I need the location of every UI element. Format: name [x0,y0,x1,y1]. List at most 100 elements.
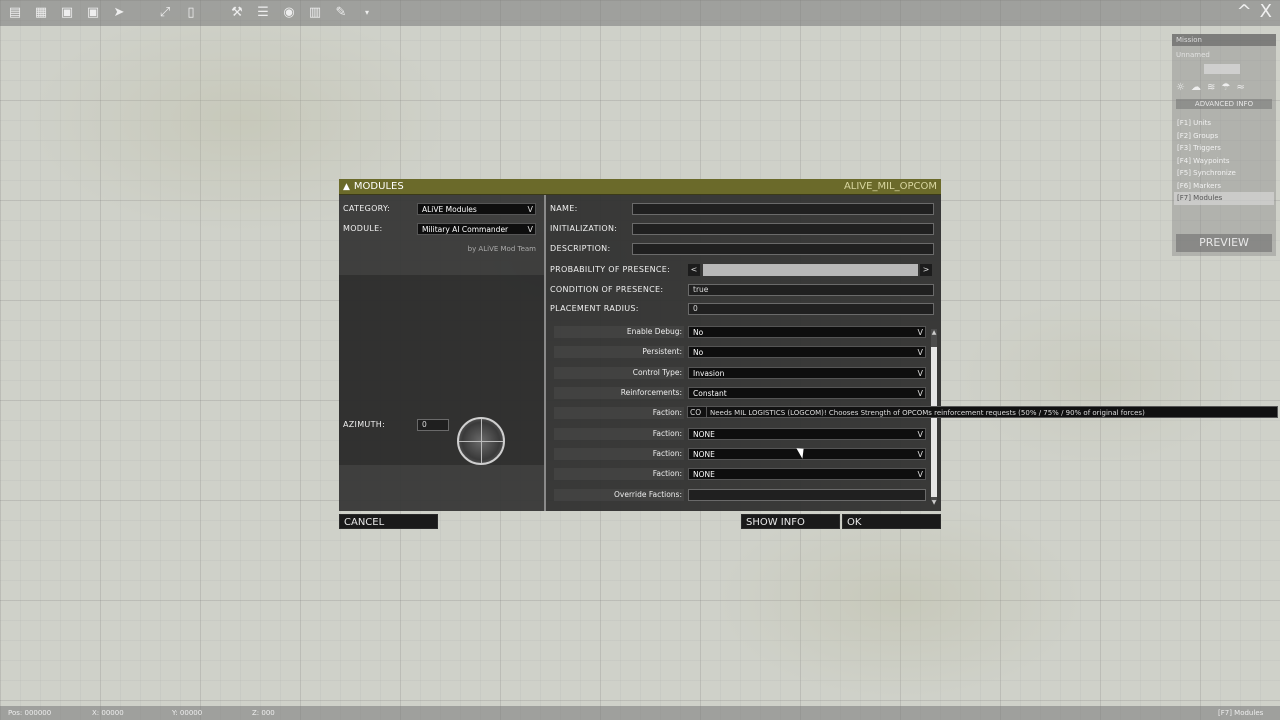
clipboard-icon[interactable]: ▥ [306,5,324,21]
enable-debug-select[interactable]: No V [688,326,926,338]
dialog-title-bar: ▲ MODULES ALIVE_MIL_OPCOM [339,179,941,195]
probability-decrease-icon[interactable]: < [688,264,700,276]
param-label: Persistent: [642,347,682,356]
time-slider[interactable] [1204,64,1240,74]
open-folder-icon[interactable]: ▦ [32,5,50,21]
cancel-button[interactable]: CANCEL [339,514,438,529]
preview-button[interactable]: PREVIEW [1176,234,1272,252]
mode-markers[interactable]: [F6] Markers [1174,180,1274,193]
editor-toolbar: ▤ ▦ ▣ ▣ ➤ ⤢ ▯ ⚒ ☰ ◉ ▥ ✎ ▾ [0,0,1280,26]
name-label: NAME: [550,204,578,213]
pencil-icon[interactable]: ✎ [332,5,350,21]
chevron-down-icon: V [917,369,923,378]
module-select-pane: CATEGORY: ALiVE Modules V MODULE: Milita… [339,195,544,511]
init-label: INITIALIZATION: [550,224,618,233]
params-scroll-thumb[interactable] [931,347,937,497]
expand-icon[interactable]: ⤢ [156,5,174,21]
control-type-value: Invasion [693,369,725,378]
show-info-button[interactable]: SHOW INFO [741,514,840,529]
chevron-down-icon: V [917,389,923,398]
ok-button[interactable]: OK [842,514,941,529]
mode-modules[interactable]: [F7] Modules [1174,192,1274,205]
param-label: Reinforcements: [620,388,682,397]
faction-4-value: NONE [693,470,715,479]
sun-icon[interactable]: ☼ [1176,82,1185,93]
fog-icon[interactable]: ≋ [1207,82,1215,93]
faction-1-select[interactable]: CO [687,406,707,418]
faction-label: Faction: [652,469,682,478]
override-factions-input[interactable] [688,489,926,501]
radius-input[interactable]: 0 [688,303,934,315]
new-file-icon[interactable]: ▤ [6,5,24,21]
list-icon[interactable]: ☰ [254,5,272,21]
persistent-select[interactable]: No V [688,346,926,358]
status-y: Y: 00000 [172,709,203,717]
dialog-title: MODULES [353,181,404,192]
radius-label: PLACEMENT RADIUS: [550,304,639,313]
tooltip: Needs MIL LOGISTICS (LOGCOM)! Chooses St… [706,406,1278,418]
mode-list: [F1] Units [F2] Groups [F3] Triggers [F4… [1172,111,1276,205]
override-label: Override Factions: [614,490,682,499]
wind-icon[interactable]: ≈ [1236,82,1244,93]
mode-triggers[interactable]: [F3] Triggers [1174,142,1274,155]
init-input[interactable] [632,223,934,235]
save-icon[interactable]: ▣ [58,5,76,21]
param-label: Control Type: [632,368,682,377]
probability-increase-icon[interactable]: > [920,264,932,276]
category-select[interactable]: ALiVE Modules V [417,203,536,215]
scroll-down-icon[interactable]: ▼ [931,499,937,506]
description-input[interactable] [632,243,934,255]
scroll-up-icon[interactable]: ▲ [931,329,937,336]
mode-units[interactable]: [F1] Units [1174,117,1274,130]
faction-label: Faction: [652,449,682,458]
chevron-down-icon: V [917,328,923,337]
name-input[interactable] [632,203,934,215]
tools-icon[interactable]: ⚒ [228,5,246,21]
faction-2-value: NONE [693,430,715,439]
weather-icons: ☼ ☁ ≋ ☂ ≈ [1172,74,1276,97]
azimuth-input[interactable]: 0 [417,419,449,431]
status-x: X: 00000 [92,709,124,717]
category-label: CATEGORY: [343,204,391,213]
chevron-down-icon: V [527,225,533,234]
advanced-info-button[interactable]: ADVANCED INFO [1176,99,1272,109]
mode-synchronize[interactable]: [F5] Synchronize [1174,167,1274,180]
close-icon[interactable]: X [1260,2,1272,22]
collapse-icon[interactable]: ^ [1237,2,1252,22]
warning-icon: ▲ [343,182,350,192]
modules-dialog: ▲ MODULES ALIVE_MIL_OPCOM CATEGORY: ALiVE… [339,179,941,511]
condition-label: CONDITION OF PRESENCE: [550,285,664,294]
chevron-down-icon: V [917,450,923,459]
faction-2-select[interactable]: NONE V [688,428,926,440]
cloud-icon[interactable]: ☁ [1191,82,1201,93]
save-as-icon[interactable]: ▣ [84,5,102,21]
persistent-value: No [693,348,704,357]
frame-icon[interactable]: ▯ [182,5,200,21]
azimuth-compass[interactable] [457,417,505,465]
probability-slider[interactable] [703,264,918,276]
window-controls: ^ X [1237,2,1272,22]
target-icon[interactable]: ◉ [280,5,298,21]
reinforcements-value: Constant [693,389,727,398]
mode-waypoints[interactable]: [F4] Waypoints [1174,155,1274,168]
dropdown-icon[interactable]: ▾ [358,5,376,21]
control-type-select[interactable]: Invasion V [688,367,926,379]
faction-3-value: NONE [693,450,715,459]
faction-4-select[interactable]: NONE V [688,468,926,480]
azimuth-label: AZIMUTH: [343,420,386,429]
description-label: DESCRIPTION: [550,244,611,253]
mission-header: Mission [1172,34,1276,46]
status-bar: Pos: 000000 X: 00000 Y: 00000 Z: 000 [F7… [0,706,1280,720]
enable-debug-value: No [693,328,704,337]
module-value: Military AI Commander [422,225,509,234]
chevron-down-icon: V [917,470,923,479]
condition-input[interactable]: true [688,284,934,296]
export-icon[interactable]: ➤ [110,5,128,21]
module-credit: by ALiVE Mod Team [467,245,536,253]
module-select[interactable]: Military AI Commander V [417,223,536,235]
mode-groups[interactable]: [F2] Groups [1174,130,1274,143]
reinforcements-select[interactable]: Constant V [688,387,926,399]
rain-icon[interactable]: ☂ [1221,82,1230,93]
chevron-down-icon: V [917,430,923,439]
editor-mode-panel: Mission Unnamed ☼ ☁ ≋ ☂ ≈ ADVANCED INFO … [1172,34,1276,256]
